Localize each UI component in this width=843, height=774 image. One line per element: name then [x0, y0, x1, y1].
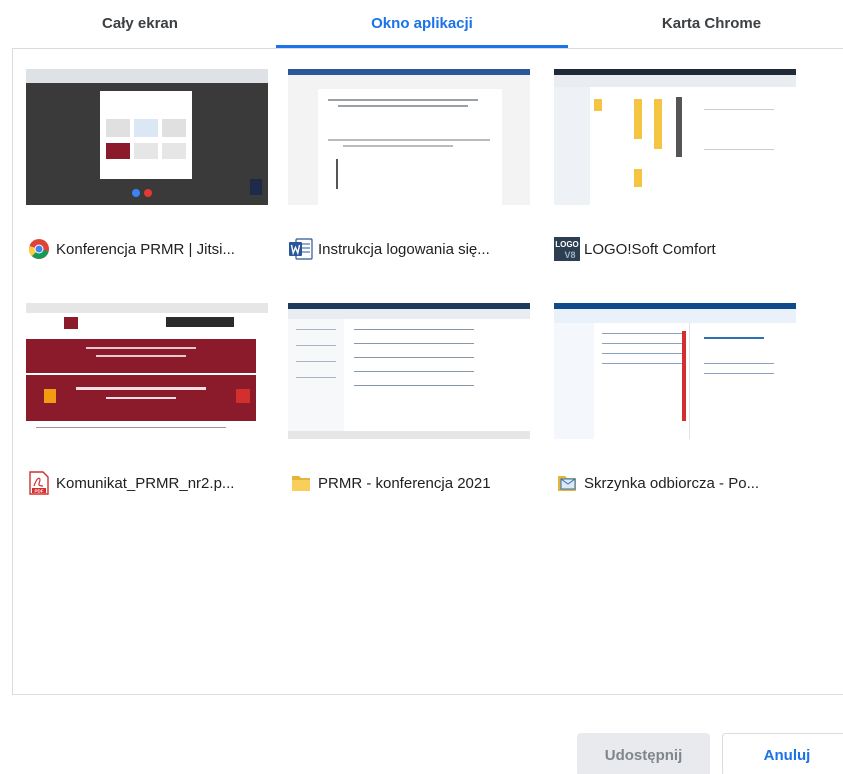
- chrome-icon: [26, 236, 52, 262]
- window-caption: LOGO V8 LOGO!Soft Comfort: [554, 234, 814, 264]
- window-thumbnail: [26, 69, 268, 205]
- window-thumbnail: [288, 69, 530, 205]
- tab-application-window[interactable]: Okno aplikacji: [276, 0, 568, 48]
- window-item-logosoft[interactable]: LOGO V8 LOGO!Soft Comfort: [554, 69, 804, 269]
- window-title: LOGO!Soft Comfort: [584, 240, 716, 258]
- window-item-jitsi[interactable]: Konferencja PRMR | Jitsi...: [26, 69, 276, 269]
- svg-text:PDF: PDF: [35, 489, 44, 494]
- window-title: Komunikat_PRMR_nr2.p...: [56, 474, 235, 492]
- window-grid: Konferencja PRMR | Jitsi... Instrukcja l…: [12, 48, 843, 695]
- window-thumbnail: [288, 303, 530, 439]
- svg-text:V8: V8: [564, 250, 575, 260]
- tab-entire-screen[interactable]: Cały ekran: [0, 0, 280, 48]
- svg-text:LOGO: LOGO: [555, 240, 579, 249]
- window-thumbnail: [26, 303, 268, 439]
- window-item-explorer[interactable]: PRMR - konferencja 2021: [288, 303, 538, 503]
- window-caption: PDF Komunikat_PRMR_nr2.p...: [26, 468, 286, 498]
- pdf-icon: PDF: [26, 470, 52, 496]
- window-title: Skrzynka odbiorcza - Po...: [584, 474, 760, 492]
- window-caption: PRMR - konferencja 2021: [288, 468, 548, 498]
- folder-icon: [288, 470, 314, 496]
- logo-soft-icon: LOGO V8: [554, 236, 580, 262]
- word-icon: [288, 236, 314, 262]
- tab-chrome-tab[interactable]: Karta Chrome: [580, 0, 843, 48]
- outlook-mailbox-icon: [554, 470, 580, 496]
- window-caption: Skrzynka odbiorcza - Po...: [554, 468, 814, 498]
- share-button[interactable]: Udostępnij: [577, 733, 710, 774]
- cancel-button[interactable]: Anuluj: [722, 733, 843, 774]
- window-title: Instrukcja logowania się...: [318, 240, 490, 258]
- window-thumbnail: [554, 303, 796, 439]
- window-item-pdf[interactable]: PDF Komunikat_PRMR_nr2.p...: [26, 303, 276, 503]
- window-title: PRMR - konferencja 2021: [318, 474, 491, 492]
- window-item-word[interactable]: Instrukcja logowania się...: [288, 69, 538, 269]
- window-item-outlook[interactable]: Skrzynka odbiorcza - Po...: [554, 303, 804, 503]
- window-thumbnail: [554, 69, 796, 205]
- window-caption: Konferencja PRMR | Jitsi...: [26, 234, 286, 264]
- window-title: Konferencja PRMR | Jitsi...: [56, 240, 235, 258]
- source-tabs: Cały ekran Okno aplikacji Karta Chrome: [0, 0, 843, 48]
- window-caption: Instrukcja logowania się...: [288, 234, 548, 264]
